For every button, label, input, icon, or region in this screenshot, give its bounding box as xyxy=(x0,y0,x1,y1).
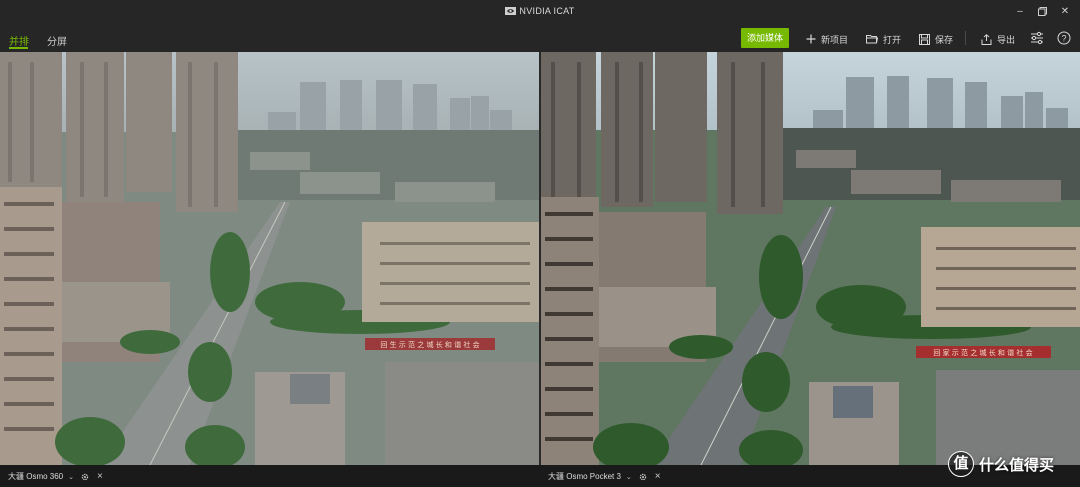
folder-icon xyxy=(866,35,878,44)
help-icon[interactable]: ? xyxy=(1057,31,1071,45)
app-title: NVIDIA ICAT xyxy=(0,6,1080,16)
open-label: 打开 xyxy=(883,34,902,45)
new-project-label: 新项目 xyxy=(821,34,849,45)
right-city-image: 回 家 示 范 之 城 长 和 谐 社 会 xyxy=(541,52,1080,465)
maximize-icon[interactable] xyxy=(1034,4,1050,20)
plus-icon xyxy=(806,34,816,44)
close-icon[interactable]: × xyxy=(97,471,103,481)
chevron-down-icon[interactable]: ⌄ xyxy=(626,473,632,481)
left-banner-text: 回 生 示 范 之 城 长 和 谐 社 会 xyxy=(380,340,479,349)
left-source-label: 大疆 Osmo 360 xyxy=(8,472,64,481)
toolbar-divider xyxy=(965,31,966,45)
watermark-text: 什么值得买 xyxy=(979,456,1055,474)
chevron-down-icon[interactable]: ⌄ xyxy=(68,473,74,481)
right-source-selector[interactable]: 大疆 Osmo Pocket 3 ⌄ × xyxy=(548,471,661,482)
save-label: 保存 xyxy=(935,34,954,45)
pane-divider[interactable] xyxy=(539,52,541,465)
tab-split-screen[interactable]: 分屏 xyxy=(47,33,67,48)
save-button[interactable]: 保存 xyxy=(919,32,953,46)
sliders-icon[interactable] xyxy=(1030,31,1044,45)
svg-text:?: ? xyxy=(1061,33,1066,43)
close-icon[interactable]: ✕ xyxy=(1057,4,1073,20)
export-label: 导出 xyxy=(997,34,1016,45)
open-button[interactable]: 打开 xyxy=(866,32,901,46)
minimize-icon[interactable]: – xyxy=(1012,4,1028,20)
right-banner-text: 回 家 示 范 之 城 长 和 谐 社 会 xyxy=(933,348,1032,357)
gear-icon[interactable] xyxy=(81,473,89,481)
nvidia-logo-icon xyxy=(505,7,517,15)
gear-icon[interactable] xyxy=(639,473,647,481)
export-icon xyxy=(981,33,992,45)
app-title-text: NVIDIA ICAT xyxy=(519,6,575,16)
add-media-button[interactable]: 添加媒体 xyxy=(741,28,789,48)
watermark-badge: 值 xyxy=(948,451,974,477)
left-city-image: 回 生 示 范 之 城 长 和 谐 社 会 xyxy=(0,52,539,465)
left-source-selector[interactable]: 大疆 Osmo 360 ⌄ × xyxy=(8,471,103,482)
bottom-bar xyxy=(0,465,1080,487)
save-icon xyxy=(919,33,930,45)
smzdm-watermark: 值 什么值得买 xyxy=(948,451,1054,477)
new-project-button[interactable]: 新项目 xyxy=(806,32,848,46)
left-media-pane[interactable]: 回 生 示 范 之 城 长 和 谐 社 会 xyxy=(0,52,539,465)
tab-side-by-side[interactable]: 并排 xyxy=(9,33,29,48)
close-icon[interactable]: × xyxy=(655,471,661,481)
export-button[interactable]: 导出 xyxy=(981,32,1015,46)
active-tab-indicator xyxy=(9,47,28,49)
toolbar xyxy=(0,24,1080,52)
right-media-pane[interactable]: 回 家 示 范 之 城 长 和 谐 社 会 xyxy=(541,52,1080,465)
right-source-label: 大疆 Osmo Pocket 3 xyxy=(548,472,621,481)
